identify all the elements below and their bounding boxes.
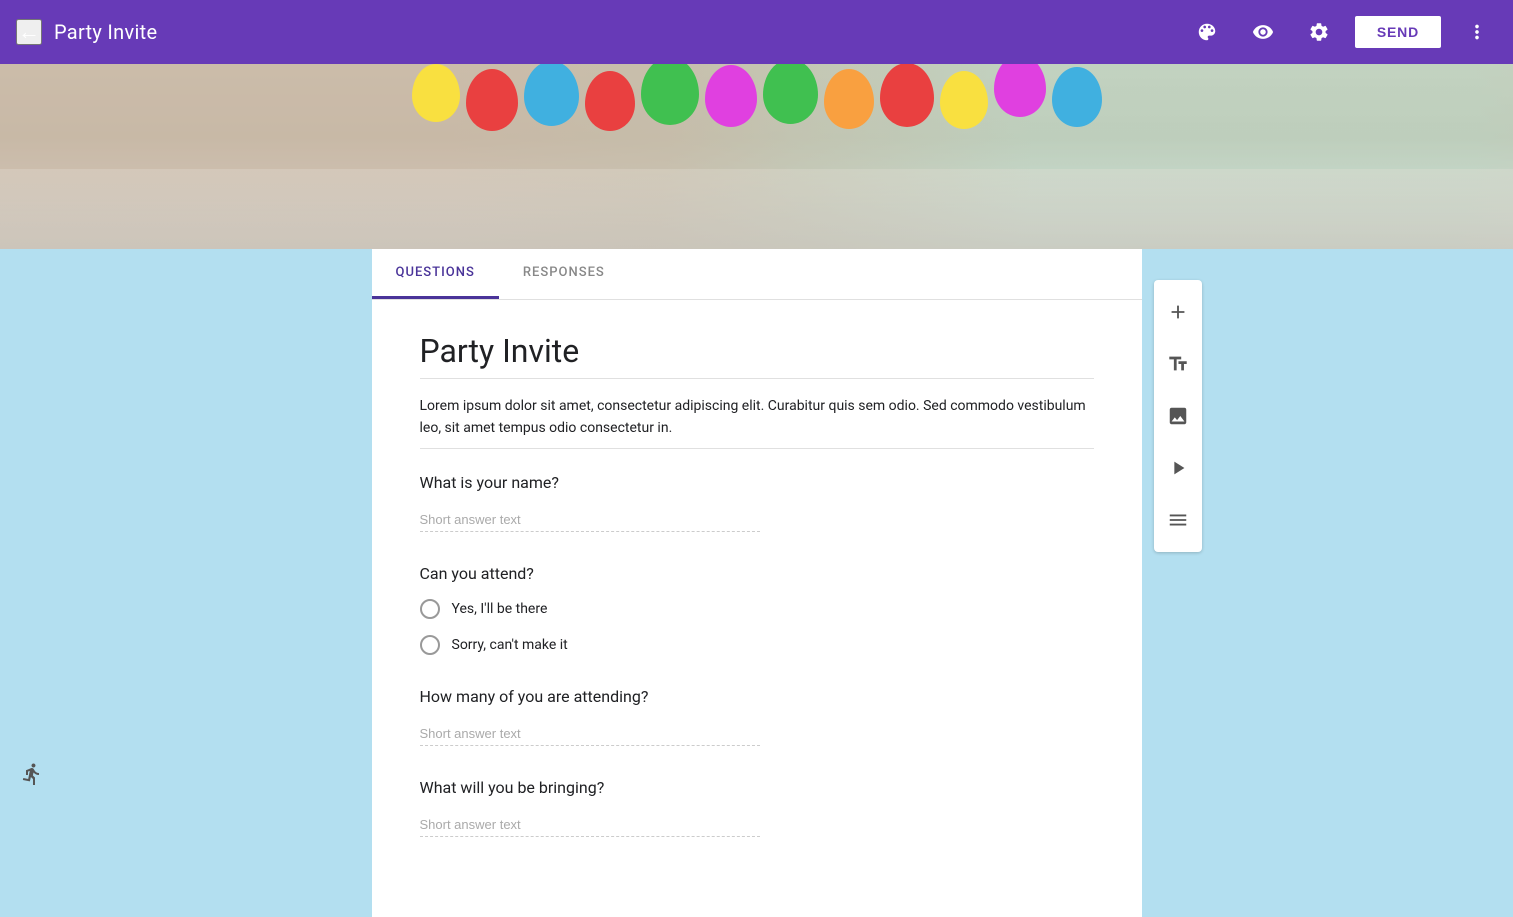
add-image-button[interactable] bbox=[1154, 392, 1202, 440]
question-4-input[interactable] bbox=[420, 813, 760, 837]
right-sidebar bbox=[1154, 280, 1202, 552]
tabs-bar: QUESTIONS RESPONSES bbox=[372, 249, 1142, 300]
preview-button[interactable] bbox=[1243, 12, 1283, 52]
radio-label-1: Yes, I'll be there bbox=[452, 601, 548, 617]
send-button[interactable]: SEND bbox=[1355, 16, 1441, 48]
question-3-block: How many of you are attending? bbox=[420, 687, 1094, 746]
tab-responses[interactable]: RESPONSES bbox=[499, 249, 629, 299]
question-1-block: What is your name? bbox=[420, 473, 1094, 532]
main-content: QUESTIONS RESPONSES Party Invite Lorem i… bbox=[0, 249, 1513, 917]
top-bar: ← Party Invite SEND bbox=[0, 0, 1513, 64]
question-1-label: What is your name? bbox=[420, 473, 1094, 492]
top-bar-left: ← Party Invite bbox=[16, 19, 1187, 45]
hero-area bbox=[0, 64, 1513, 249]
add-title-button[interactable] bbox=[1154, 340, 1202, 388]
radio-circle-2 bbox=[420, 635, 440, 655]
tab-questions[interactable]: QUESTIONS bbox=[372, 249, 499, 299]
form-content: Party Invite Lorem ipsum dolor sit amet,… bbox=[372, 300, 1142, 917]
radio-label-2: Sorry, can't make it bbox=[452, 637, 568, 653]
question-1-input[interactable] bbox=[420, 508, 760, 532]
form-description: Lorem ipsum dolor sit amet, consectetur … bbox=[420, 395, 1094, 440]
title-divider bbox=[420, 378, 1094, 379]
question-3-input[interactable] bbox=[420, 722, 760, 746]
description-divider bbox=[420, 448, 1094, 449]
back-button[interactable]: ← bbox=[16, 19, 42, 45]
question-2-block: Can you attend? Yes, I'll be there Sorry… bbox=[420, 564, 1094, 655]
top-bar-right: SEND bbox=[1187, 12, 1497, 52]
radio-option-1[interactable]: Yes, I'll be there bbox=[420, 599, 1094, 619]
add-element-button[interactable] bbox=[1154, 288, 1202, 336]
more-options-button[interactable] bbox=[1457, 12, 1497, 52]
question-4-label: What will you be bringing? bbox=[420, 778, 1094, 797]
radio-circle-1 bbox=[420, 599, 440, 619]
radio-option-2[interactable]: Sorry, can't make it bbox=[420, 635, 1094, 655]
add-section-button[interactable] bbox=[1154, 496, 1202, 544]
form-panel: QUESTIONS RESPONSES Party Invite Lorem i… bbox=[372, 249, 1142, 917]
settings-button[interactable] bbox=[1299, 12, 1339, 52]
add-video-button[interactable] bbox=[1154, 444, 1202, 492]
app-title: Party Invite bbox=[54, 20, 157, 44]
form-title: Party Invite bbox=[420, 332, 1094, 370]
hero-background bbox=[0, 64, 1513, 249]
question-3-label: How many of you are attending? bbox=[420, 687, 1094, 706]
accessibility-icon bbox=[20, 762, 44, 792]
palette-button[interactable] bbox=[1187, 12, 1227, 52]
question-4-block: What will you be bringing? bbox=[420, 778, 1094, 837]
question-2-label: Can you attend? bbox=[420, 564, 1094, 583]
